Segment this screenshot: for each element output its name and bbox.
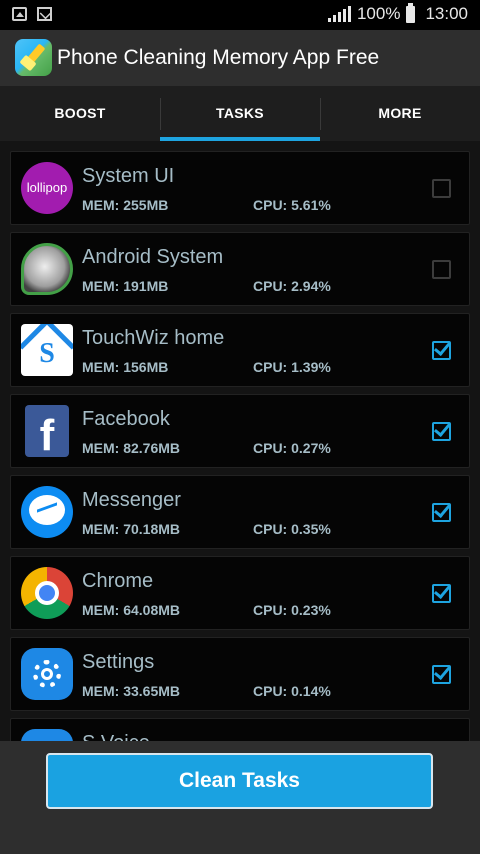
task-name: Messenger [82,489,181,511]
task-row[interactable]: lollipop System UI MEM: 255MB CPU: 5.61% [10,151,470,225]
task-row[interactable]: Settings MEM: 33.65MB CPU: 0.14% [10,637,470,711]
task-cpu: CPU: 0.23% [253,602,331,618]
task-name: S Voice [82,732,150,741]
task-cpu: CPU: 0.27% [253,440,331,456]
signal-icon [327,6,351,22]
task-name: System UI [82,165,175,187]
task-checkbox[interactable] [432,179,451,198]
task-cpu: CPU: 0.14% [253,683,331,699]
tab-boost[interactable]: BOOST [0,86,160,141]
lollipop-icon: lollipop [21,162,73,214]
task-cpu: CPU: 5.61% [253,197,331,213]
notification-icons [12,7,52,21]
task-name: Chrome [82,570,154,592]
mail-notification-icon [37,7,52,21]
task-memory: MEM: 156MB [82,359,169,375]
task-row[interactable]: f Facebook MEM: 82.76MB CPU: 0.27% [10,394,470,468]
messenger-icon [21,486,73,538]
task-name: Settings [82,651,155,673]
chrome-icon [21,567,73,619]
tab-more[interactable]: MORE [320,86,480,141]
task-row[interactable]: Chrome MEM: 64.08MB CPU: 0.23% [10,556,470,630]
task-memory: MEM: 64.08MB [82,602,181,618]
task-name: TouchWiz home [82,327,225,349]
tab-bar: BOOST TASKS MORE [0,86,480,141]
battery-percent: 100% [356,4,401,23]
task-memory: MEM: 191MB [82,278,169,294]
bottom-bar: Clean Tasks [0,741,480,854]
task-row[interactable]: Messenger MEM: 70.18MB CPU: 0.35% [10,475,470,549]
app-title: Phone Cleaning Memory App Free [57,46,380,69]
task-list[interactable]: lollipop System UI MEM: 255MB CPU: 5.61%… [0,141,480,741]
status-right: 100% 13:00 [327,2,468,24]
touchwiz-letter: S [39,338,55,369]
clock: 13:00 [425,4,468,23]
task-checkbox[interactable] [432,341,451,360]
task-memory: MEM: 82.76MB [82,440,181,456]
task-memory: MEM: 255MB [82,197,169,213]
task-name: Facebook [82,408,170,430]
image-notification-icon [12,7,27,21]
task-cpu: CPU: 2.94% [253,278,331,294]
task-row[interactable]: S TouchWiz home MEM: 156MB CPU: 1.39% [10,313,470,387]
touchwiz-home-icon: S [21,324,73,376]
task-checkbox[interactable] [432,503,451,522]
task-name: Android System [82,246,224,268]
broom-logo-icon [15,39,52,76]
task-memory: MEM: 70.18MB [82,521,181,537]
task-checkbox[interactable] [432,584,451,603]
status-bar: 100% 13:00 [0,0,480,30]
clean-tasks-button[interactable]: Clean Tasks [46,753,433,809]
android-system-icon [21,243,73,295]
tab-tasks[interactable]: TASKS [160,86,320,141]
settings-icon [21,648,73,700]
task-cpu: CPU: 0.35% [253,521,331,537]
task-cpu: CPU: 1.39% [253,359,331,375]
facebook-icon: f [25,405,69,457]
s-voice-icon [21,729,73,741]
task-row[interactable]: S Voice [10,718,470,741]
battery-icon [406,2,416,23]
task-checkbox[interactable] [432,665,451,684]
task-checkbox[interactable] [432,422,451,441]
task-memory: MEM: 33.65MB [82,683,181,699]
task-row[interactable]: Android System MEM: 191MB CPU: 2.94% [10,232,470,306]
app-bar: Phone Cleaning Memory App Free [0,30,480,86]
task-checkbox[interactable] [432,260,451,279]
